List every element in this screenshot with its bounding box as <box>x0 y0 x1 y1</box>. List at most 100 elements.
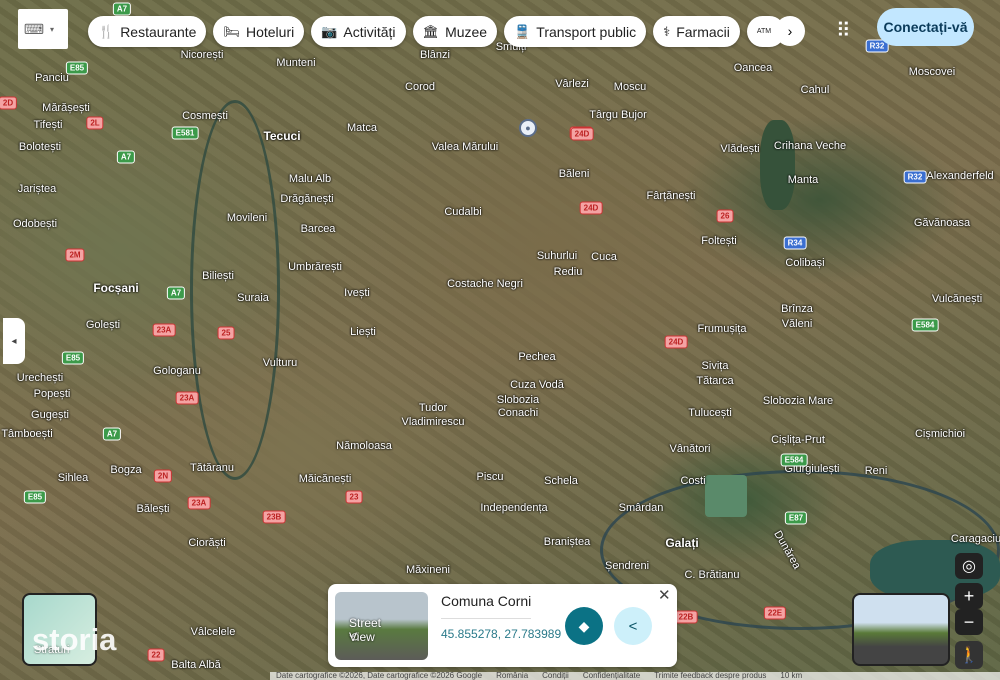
place-label[interactable]: Reni <box>865 465 888 477</box>
street-view-preview[interactable] <box>852 593 950 666</box>
place-label[interactable]: Mărășești <box>42 102 90 114</box>
place-label[interactable]: Tecuci <box>263 129 300 143</box>
place-label[interactable]: Târgu Bujor <box>589 109 646 121</box>
place-label[interactable]: Munteni <box>276 57 315 69</box>
place-label[interactable]: Galați <box>665 536 698 550</box>
place-label[interactable]: Tătăranu <box>190 462 234 474</box>
place-label[interactable]: Odobești <box>13 218 57 230</box>
place-label[interactable]: Manta <box>788 174 819 186</box>
keyboard-input-tool[interactable]: ⌨ ▾ <box>18 9 68 49</box>
place-label[interactable]: Vladimirescu <box>402 416 465 428</box>
place-label[interactable]: Valea Mărului <box>432 141 498 153</box>
place-label[interactable]: Independența <box>480 502 547 514</box>
attribution-link[interactable]: Confidențialitate <box>583 672 640 680</box>
place-label[interactable]: Tifești <box>34 119 63 131</box>
place-label[interactable]: Vulcănești <box>932 293 982 305</box>
place-label[interactable]: Movileni <box>227 212 267 224</box>
place-label[interactable]: Corod <box>405 81 435 93</box>
place-label[interactable]: Caragaciu <box>951 533 1000 545</box>
satellite-map[interactable]: ● <box>0 0 1000 680</box>
my-location-button[interactable]: ◎ <box>955 553 983 579</box>
place-label[interactable]: Conachi <box>498 407 538 419</box>
place-label[interactable]: Băleni <box>559 168 590 180</box>
place-label[interactable]: Popești <box>34 388 71 400</box>
place-label[interactable]: Vâlcelele <box>191 626 236 638</box>
category-chip-activități[interactable]: 📷 Activități <box>311 16 406 47</box>
place-label[interactable]: Foltești <box>701 235 736 247</box>
place-label[interactable]: Tătarca <box>696 375 733 387</box>
place-label[interactable]: Costache Negri <box>447 278 523 290</box>
place-label[interactable]: Suhurlui <box>537 250 577 262</box>
attribution-link[interactable]: Trimite feedback despre produs <box>654 672 766 680</box>
category-chip-transport-public[interactable]: 🚆 Transport public <box>504 16 647 47</box>
place-label[interactable]: Smârdan <box>619 502 664 514</box>
place-label[interactable]: C. Brătianu <box>684 569 739 581</box>
place-label[interactable]: Nicorești <box>181 49 224 61</box>
place-label[interactable]: Sihlea <box>58 472 89 484</box>
place-label[interactable]: Cudalbi <box>444 206 481 218</box>
zoom-out-button[interactable]: − <box>955 609 983 635</box>
place-label[interactable]: Blânzi <box>420 49 450 61</box>
directions-button[interactable]: ◆ <box>565 607 603 645</box>
place-label[interactable]: Costi <box>680 475 705 487</box>
place-label[interactable]: Cișmichioi <box>915 428 965 440</box>
place-label[interactable]: Matca <box>347 122 377 134</box>
place-coordinates[interactable]: 45.855278, 27.783989 <box>441 627 561 641</box>
share-button[interactable]: < <box>614 607 652 645</box>
place-label[interactable]: Brînza <box>781 303 813 315</box>
place-label[interactable]: Piscu <box>477 471 504 483</box>
google-apps-icon[interactable]: ⠿ <box>836 18 851 43</box>
place-label[interactable]: Gologanu <box>153 365 201 377</box>
place-label[interactable]: Bălești <box>136 503 169 515</box>
place-label[interactable]: Gugești <box>31 409 69 421</box>
place-label[interactable]: Braniștea <box>544 536 590 548</box>
dropdown-arrow-icon[interactable]: ▾ <box>50 25 54 34</box>
attribution-link[interactable]: Condiții <box>542 672 569 680</box>
category-chip-muzee[interactable]: 🏛 Muzee <box>412 16 498 47</box>
category-chip-restaurante[interactable]: 🍴 Restaurante <box>88 16 207 47</box>
place-label[interactable]: Tâmboești <box>1 428 52 440</box>
place-label[interactable]: Șendreni <box>605 560 649 572</box>
place-label[interactable]: Slobozia Mare <box>763 395 833 407</box>
place-label[interactable]: Jariștea <box>18 183 57 195</box>
zoom-in-button[interactable]: + <box>955 583 983 609</box>
street-view-thumbnail[interactable]: ⟲ Street View <box>335 592 428 660</box>
place-label[interactable]: Rediu <box>554 266 583 278</box>
place-label[interactable]: Sivița <box>702 360 729 372</box>
place-label[interactable]: Umbrărești <box>288 261 342 273</box>
place-label[interactable]: Pechea <box>518 351 555 363</box>
place-label[interactable]: Vârlezi <box>555 78 589 90</box>
place-label[interactable]: Liești <box>350 326 376 338</box>
map-pin-icon[interactable]: ● <box>519 119 537 137</box>
place-label[interactable]: Bogza <box>110 464 141 476</box>
place-label[interactable]: Ciorăști <box>188 537 225 549</box>
place-label[interactable]: Cuza Vodă <box>510 379 564 391</box>
place-label[interactable]: Moscovei <box>909 66 955 78</box>
place-label[interactable]: Barcea <box>301 223 336 235</box>
place-label[interactable]: Văleni <box>782 318 813 330</box>
place-label[interactable]: Măxineni <box>406 564 450 576</box>
place-label[interactable]: Malu Alb <box>289 173 331 185</box>
place-label[interactable]: Biliești <box>202 270 234 282</box>
place-label[interactable]: Cuca <box>591 251 617 263</box>
category-chip-farmacii[interactable]: ⚕ Farmacii <box>653 16 740 47</box>
category-chip-hoteluri[interactable]: 🛏 Hoteluri <box>213 16 305 47</box>
place-label[interactable]: Balta Albă <box>171 659 221 671</box>
place-label[interactable]: Vlădești <box>720 143 759 155</box>
place-label[interactable]: Cișlița-Prut <box>771 434 825 446</box>
place-label[interactable]: Cosmești <box>182 110 228 122</box>
place-label[interactable]: Schela <box>544 475 578 487</box>
place-label[interactable]: Alexanderfeld <box>926 170 993 182</box>
place-label[interactable]: Colibași <box>785 257 824 269</box>
place-label[interactable]: Golești <box>86 319 120 331</box>
place-label[interactable]: Drăgănești <box>280 193 333 205</box>
place-label[interactable]: Ivești <box>344 287 370 299</box>
place-label[interactable]: Focșani <box>93 281 138 295</box>
place-label[interactable]: Măicănești <box>299 473 352 485</box>
more-categories-button[interactable]: › <box>775 16 805 46</box>
place-label[interactable]: Slobozia <box>497 394 539 406</box>
place-label[interactable]: Vânători <box>670 443 711 455</box>
place-label[interactable]: Tulucești <box>688 407 732 419</box>
place-label[interactable]: Panciu <box>35 72 69 84</box>
place-label[interactable]: Nămoloasa <box>336 440 392 452</box>
